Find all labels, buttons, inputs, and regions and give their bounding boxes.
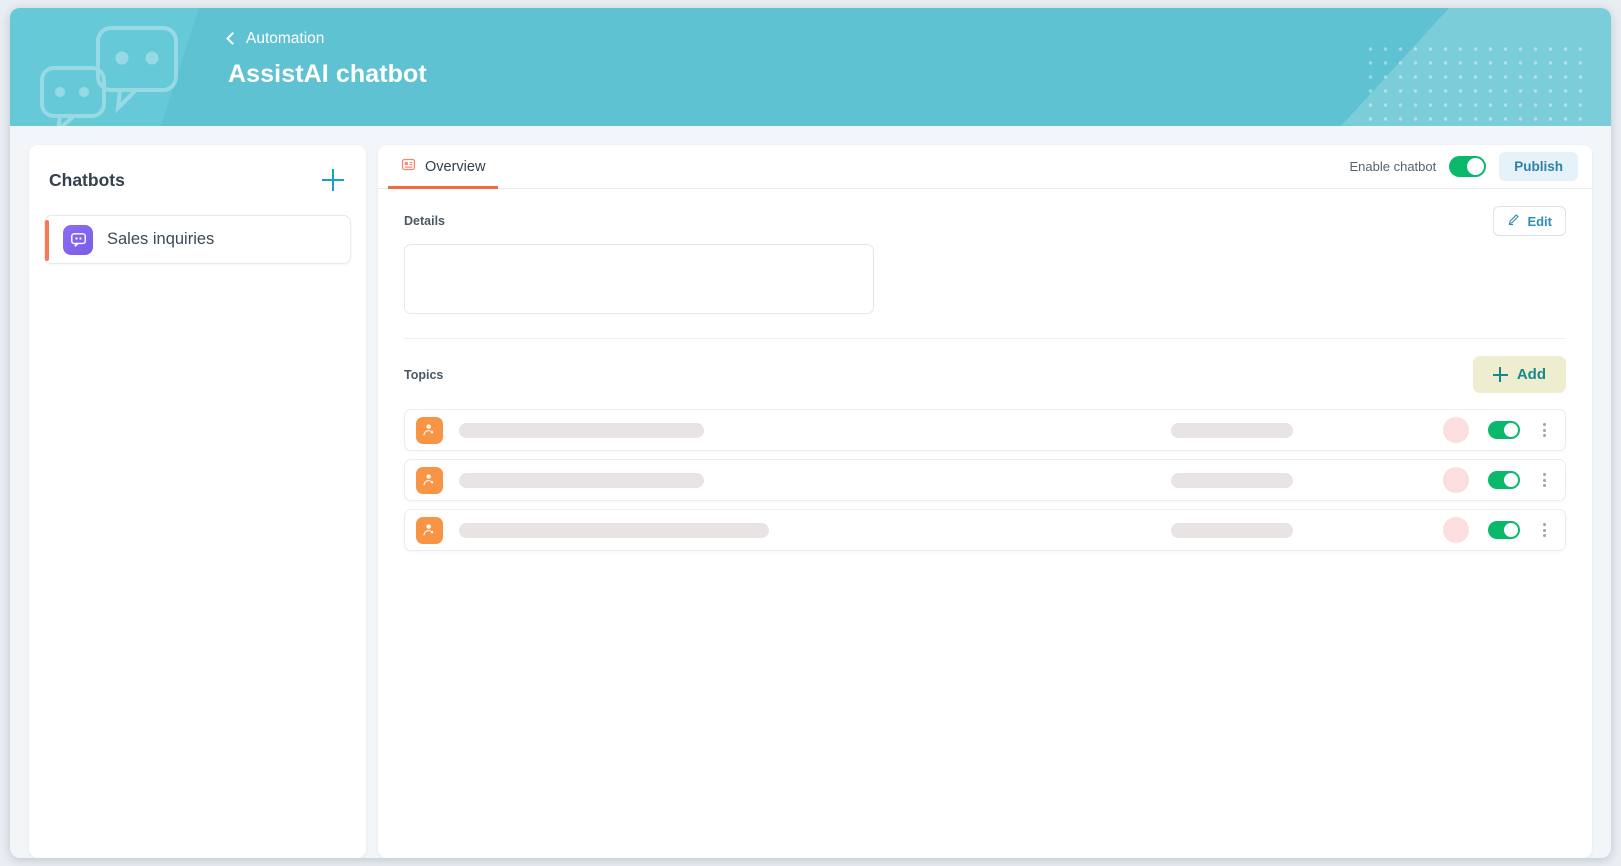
chat-bubble-icon — [63, 224, 93, 255]
kebab-menu-icon[interactable] — [1537, 423, 1551, 437]
topic-meta-skeleton — [1171, 522, 1293, 538]
topic-enable-toggle[interactable] — [1488, 521, 1520, 539]
page-title: AssistAI chatbot — [228, 60, 427, 88]
overview-card-icon — [401, 157, 416, 177]
sidebar-item-sales-inquiries[interactable]: Sales inquiries — [44, 215, 351, 264]
table-row[interactable] — [404, 509, 1566, 551]
avatar — [1443, 517, 1469, 543]
toggle-knob — [1504, 523, 1518, 537]
topic-name-skeleton — [459, 422, 704, 438]
chatbots-sidebar: Chatbots Sales inquiries — [29, 145, 366, 858]
plus-icon — [1492, 367, 1508, 382]
breadcrumb-back-link[interactable]: Automation — [226, 30, 427, 48]
details-textarea[interactable] — [404, 244, 874, 314]
kebab-menu-icon[interactable] — [1537, 523, 1551, 537]
edit-button-label: Edit — [1527, 213, 1552, 229]
avatar — [1443, 417, 1469, 443]
toggle-knob — [1504, 423, 1518, 437]
topic-meta-skeleton — [1171, 422, 1293, 438]
header-text-block: Automation AssistAI chatbot — [226, 30, 427, 89]
publish-button[interactable]: Publish — [1499, 152, 1578, 181]
chevron-left-icon — [226, 32, 239, 45]
topic-enable-toggle[interactable] — [1488, 471, 1520, 489]
sidebar-item-label: Sales inquiries — [107, 230, 215, 248]
enable-chatbot-toggle[interactable] — [1449, 156, 1487, 177]
user-topic-icon — [416, 416, 443, 444]
main-content: Details Edit Topics Add — [378, 189, 1592, 551]
main-panel: Overview Enable chatbot Publish Details — [378, 145, 1592, 858]
edit-details-button[interactable]: Edit — [1493, 206, 1566, 236]
toggle-knob — [1504, 473, 1518, 487]
header-dot-pattern — [1363, 42, 1593, 126]
toggle-knob — [1467, 158, 1485, 175]
topics-label: Topics — [404, 367, 444, 382]
sidebar-title: Chatbots — [49, 169, 125, 190]
user-topic-icon — [416, 466, 443, 494]
enable-chatbot-label: Enable chatbot — [1349, 159, 1437, 174]
avatar — [1443, 467, 1469, 493]
selected-accent-bar — [45, 220, 49, 261]
tab-bar: Overview Enable chatbot Publish — [378, 145, 1592, 189]
chat-bubbles-watermark-icon — [40, 26, 178, 126]
details-header-row: Details Edit — [404, 206, 1566, 236]
add-button-label: Add — [1516, 366, 1546, 383]
sidebar-header: Chatbots — [44, 167, 351, 193]
topic-name-skeleton — [459, 472, 704, 488]
page-header: Automation AssistAI chatbot — [10, 8, 1611, 126]
tab-overview[interactable]: Overview — [388, 157, 499, 189]
add-topic-button[interactable]: Add — [1472, 356, 1566, 393]
topics-header-row: Topics Add — [404, 356, 1566, 393]
table-row[interactable] — [404, 459, 1566, 501]
tab-bar-actions: Enable chatbot Publish — [1349, 152, 1578, 188]
topics-list — [404, 409, 1566, 551]
kebab-menu-icon[interactable] — [1537, 473, 1551, 487]
tab-label: Overview — [425, 159, 486, 175]
table-row[interactable] — [404, 409, 1566, 451]
topic-enable-toggle[interactable] — [1488, 421, 1520, 439]
pencil-icon — [1507, 213, 1520, 229]
details-label: Details — [404, 214, 445, 228]
app-window: Automation AssistAI chatbot Chatbots Sal… — [10, 8, 1611, 858]
body-area: Chatbots Sales inquiries Overview Enable… — [10, 126, 1611, 858]
topic-name-skeleton — [459, 522, 769, 538]
breadcrumb-label: Automation — [246, 30, 325, 47]
section-divider — [404, 338, 1566, 339]
topic-meta-skeleton — [1171, 472, 1293, 488]
add-chatbot-button[interactable] — [320, 167, 346, 193]
user-topic-icon — [416, 516, 443, 544]
